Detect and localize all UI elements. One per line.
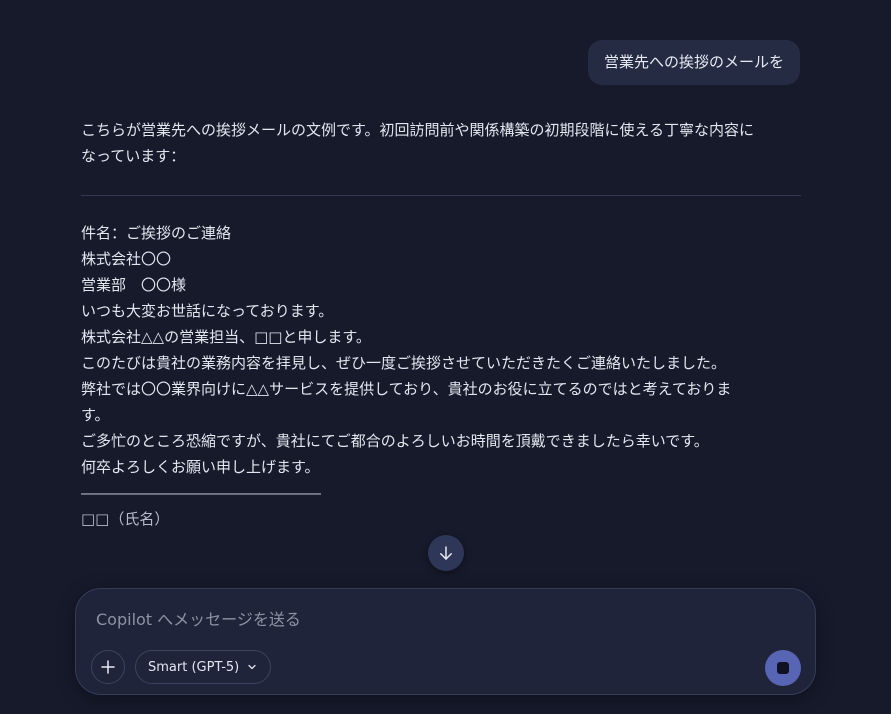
assistant-intro: こちらが営業先への挨拶メールの文例です。初回訪問前や関係構築の初期段階に使える丁… [81,117,801,169]
subject-text: 件名：ご挨拶のご連絡 [81,224,232,242]
user-message-text: 営業先への挨拶のメールを [603,53,784,71]
intro-line: なっています： [81,147,186,165]
signature-rule: ―――――――――――――――― [81,484,321,502]
greeting-line: 株式会社△△の営業担当、□□と申します。 [81,328,371,346]
model-label: Smart (GPT-5) [148,659,240,675]
stop-generation-button[interactable] [765,650,801,686]
horizontal-divider [81,195,801,196]
recipient-line: 営業部 〇〇様 [81,276,187,294]
model-selector-button[interactable]: Smart (GPT-5) [135,650,272,684]
add-attachment-button[interactable] [91,650,125,684]
closing-line: 何卒よろしくお願い申し上げます。 [81,458,320,476]
chat-page: 営業先への挨拶のメールを こちらが営業先への挨拶メールの文例です。初回訪問前や関… [0,0,891,714]
recipient-line: 株式会社〇〇 [81,250,172,268]
email-subject: 件名：ご挨拶のご連絡 [81,220,801,246]
message-input[interactable] [96,607,786,631]
email-greeting: いつも大変お世話になっております。 株式会社△△の営業担当、□□と申します。 [81,298,801,350]
stop-icon [777,662,789,674]
plus-icon [101,660,115,674]
message-composer: Smart (GPT-5) [75,588,816,695]
body-line: す。 [81,406,110,424]
email-recipient: 株式会社〇〇 営業部 〇〇様 [81,246,801,298]
user-message-bubble: 営業先への挨拶のメールを [587,40,800,85]
intro-line: こちらが営業先への挨拶メールの文例です。初回訪問前や関係構築の初期段階に使える丁… [81,121,755,139]
signature-name: □□（氏名） [81,510,170,528]
email-closing: ご多忙のところ恐縮ですが、貴社にてご都合のよろしいお時間を頂戴できましたら幸いで… [81,428,801,480]
body-line: このたびは貴社の業務内容を拝見し、ぜひ一度ご挨拶させていただきたくご連絡いたしま… [81,354,727,372]
arrow-down-icon [440,546,452,560]
scroll-to-bottom-button[interactable] [428,535,464,571]
assistant-message: こちらが営業先への挨拶メールの文例です。初回訪問前や関係構築の初期段階に使える丁… [81,117,801,532]
greeting-line: いつも大変お世話になっております。 [81,302,334,320]
chevron-down-icon [248,664,256,670]
email-body: このたびは貴社の業務内容を拝見し、ぜひ一度ご挨拶させていただきたくご連絡いたしま… [81,350,801,428]
body-line: 弊社では〇〇業界向けに△△サービスを提供しており、貴社のお役に立てるのではと考え… [81,380,732,398]
email-signature: ―――――――――――――――― □□（氏名） [81,480,801,532]
closing-line: ご多忙のところ恐縮ですが、貴社にてご都合のよろしいお時間を頂戴できましたら幸いで… [81,432,709,450]
